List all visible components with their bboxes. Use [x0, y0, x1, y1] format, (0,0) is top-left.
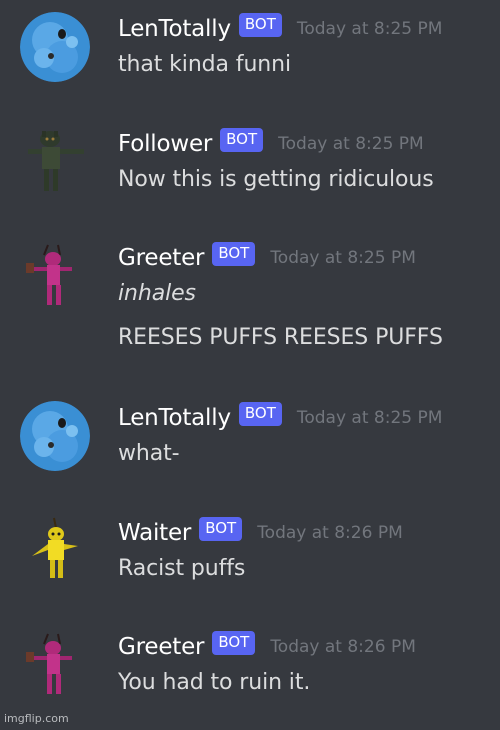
- blue-fluffy-avatar[interactable]: [20, 401, 90, 471]
- bot-badge: BOT: [199, 517, 243, 541]
- message-text-italic: inhales: [118, 281, 196, 306]
- username[interactable]: Greeter: [118, 634, 205, 660]
- bot-badge: BOT: [238, 402, 282, 426]
- timestamp: Today at 8:25 PM: [278, 134, 424, 154]
- message-lentotally-1: LenTotally BOT Today at 8:25 PM that kin…: [0, 12, 500, 112]
- dark-green-animatronic-avatar[interactable]: [20, 127, 90, 197]
- timestamp: Today at 8:26 PM: [257, 523, 403, 543]
- bot-badge: BOT: [212, 631, 256, 655]
- username[interactable]: LenTotally: [118, 405, 231, 431]
- message-text: Racist puffs: [118, 556, 246, 581]
- username[interactable]: LenTotally: [118, 16, 231, 42]
- message-header: Greeter BOT Today at 8:25 PM: [118, 241, 416, 275]
- timestamp: Today at 8:25 PM: [296, 408, 443, 428]
- message-lentotally-2: LenTotally BOT Today at 8:25 PM what-: [0, 401, 500, 501]
- message-text: You had to ruin it.: [118, 670, 311, 695]
- message-follower: Follower BOT Today at 8:25 PM Now this i…: [0, 127, 500, 227]
- message-greeter-2: Greeter BOT Today at 8:26 PM You had to …: [0, 630, 500, 730]
- username[interactable]: Waiter: [118, 520, 191, 546]
- message-header: Waiter BOT Today at 8:26 PM: [118, 516, 403, 550]
- message-text: Now this is getting ridiculous: [118, 167, 434, 192]
- message-header: LenTotally BOT Today at 8:25 PM: [118, 401, 442, 435]
- blue-fluffy-avatar[interactable]: [20, 12, 90, 82]
- timestamp: Today at 8:26 PM: [270, 637, 416, 657]
- bot-badge: BOT: [220, 128, 264, 152]
- yellow-animatronic-avatar[interactable]: [20, 516, 90, 586]
- message-header: LenTotally BOT Today at 8:25 PM: [118, 12, 442, 46]
- pink-animatronic-avatar[interactable]: [20, 241, 90, 311]
- message-greeter-1: Greeter BOT Today at 8:25 PM inhales REE…: [0, 241, 500, 361]
- bot-badge: BOT: [238, 13, 282, 37]
- message-header: Greeter BOT Today at 8:26 PM: [118, 630, 416, 664]
- pink-animatronic-avatar[interactable]: [20, 630, 90, 700]
- message-header: Follower BOT Today at 8:25 PM: [118, 127, 424, 161]
- timestamp: Today at 8:25 PM: [270, 248, 416, 268]
- timestamp: Today at 8:25 PM: [296, 19, 443, 39]
- message-text: that kinda funni: [118, 52, 291, 77]
- username[interactable]: Follower: [118, 131, 212, 157]
- bot-badge: BOT: [212, 242, 256, 266]
- username[interactable]: Greeter: [118, 245, 205, 271]
- message-text: REESES PUFFS REESES PUFFS: [118, 325, 443, 350]
- message-text: what-: [118, 441, 180, 466]
- message-waiter: Waiter BOT Today at 8:26 PM Racist puffs: [0, 516, 500, 616]
- watermark: imgflip.com: [4, 712, 69, 725]
